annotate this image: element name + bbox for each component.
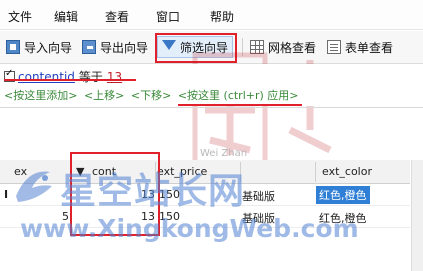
apply-underline xyxy=(178,104,302,106)
menu-file[interactable]: 文件 xyxy=(8,8,32,25)
menu-window[interactable]: 窗口 xyxy=(156,8,180,25)
menu-bar: 文件 编辑 查看 窗口 帮助 xyxy=(0,0,423,30)
menu-edit[interactable]: 编辑 xyxy=(54,8,78,25)
table-cell[interactable]: 基础版 xyxy=(242,188,275,204)
export-wizard-button[interactable]: 导出向导 xyxy=(82,36,148,58)
menu-view[interactable]: 查看 xyxy=(105,8,129,25)
filter-icon xyxy=(162,40,176,54)
import-wizard-label: 导入向导 xyxy=(24,40,73,55)
table-cell-selected[interactable]: 红色,橙色 xyxy=(316,186,370,204)
filter-hints: <按这里添加> <上移> <下移> <按这里 (ctrl+r) 应用> xyxy=(4,87,302,103)
export-wizard-label: 导出向导 xyxy=(100,40,149,55)
filter-panel: contentid 等于 13 <按这里添加> <上移> <下移> <按这里 (… xyxy=(0,64,423,106)
brand-watermark-en: www.XingkongWeb.com xyxy=(20,214,359,243)
import-icon xyxy=(6,40,20,54)
filter-field[interactable]: contentid xyxy=(18,70,75,84)
filter-condition: contentid 等于 13 xyxy=(4,68,122,85)
import-wizard-button[interactable]: 导入向导 xyxy=(6,36,72,58)
move-down-link[interactable]: <下移> xyxy=(131,89,171,102)
watermark-subtext: Wei Zhan xyxy=(200,148,248,159)
menu-help[interactable]: 帮助 xyxy=(210,8,234,25)
vertical-scrollbar[interactable] xyxy=(411,160,423,271)
filter-value[interactable]: 13 xyxy=(107,70,122,84)
panel-divider xyxy=(0,107,423,108)
brand-logo-icon xyxy=(16,171,52,202)
add-condition-link[interactable]: <按这里添加> xyxy=(4,89,77,102)
apply-filter-link[interactable]: <按这里 (ctrl+r) 应用> xyxy=(178,89,299,102)
column-separator xyxy=(315,162,316,182)
column-header[interactable]: ext_color xyxy=(322,165,372,178)
condition-underline xyxy=(4,79,136,81)
move-up-link[interactable]: <上移> xyxy=(84,89,124,102)
row-cursor-marker: I xyxy=(4,188,9,201)
filter-operator[interactable]: 等于 xyxy=(79,68,103,85)
export-icon xyxy=(82,40,96,54)
brand-watermark-cn: 星空站长网 xyxy=(60,171,246,212)
